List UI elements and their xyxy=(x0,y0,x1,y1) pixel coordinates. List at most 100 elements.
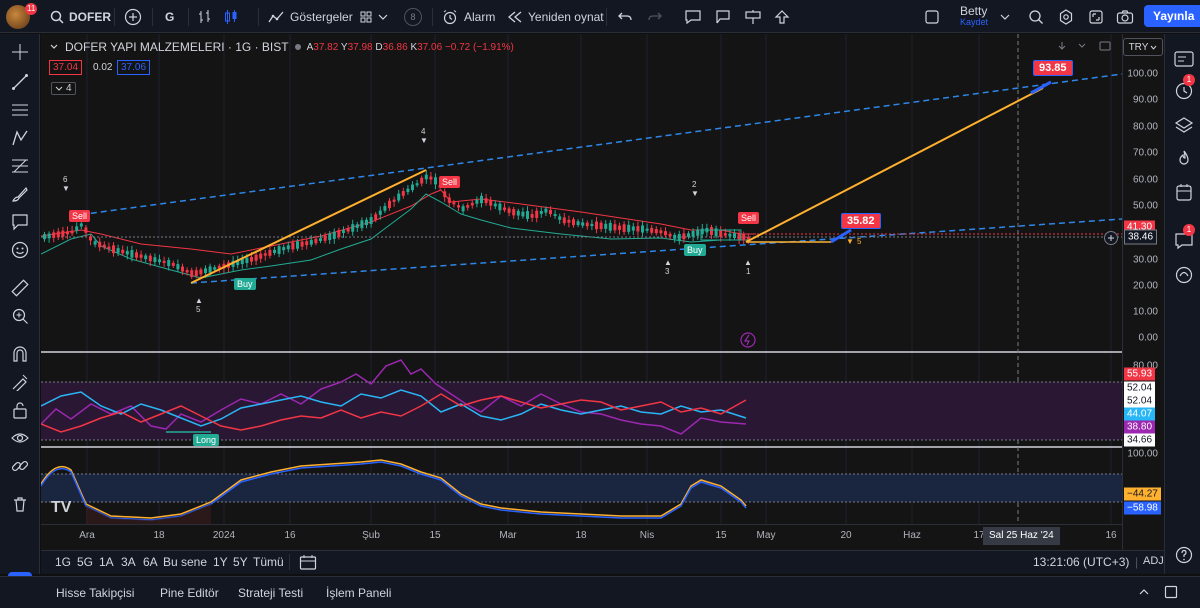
eye-icon[interactable] xyxy=(10,428,30,448)
range-button[interactable]: 5G xyxy=(77,555,93,569)
crosshair-icon[interactable] xyxy=(10,42,30,62)
pane-maximize-icon[interactable] xyxy=(1099,40,1111,54)
pane-down-icon[interactable] xyxy=(1057,40,1067,54)
target-price-tag[interactable]: 93.85 xyxy=(1033,60,1073,76)
tab-trading-panel[interactable]: İşlem Paneli xyxy=(326,586,391,600)
arrow-up-icon xyxy=(774,9,790,24)
candle-body xyxy=(466,205,470,208)
publish-idea-button[interactable] xyxy=(774,0,790,33)
pane-minimize-icon[interactable] xyxy=(1077,40,1087,54)
currency-selector[interactable]: TRY xyxy=(1123,38,1163,56)
mid-price-tag[interactable]: 35.82 xyxy=(841,213,881,229)
maximize-panel-icon[interactable] xyxy=(1164,585,1178,602)
alert-button[interactable]: Alarm xyxy=(442,0,495,33)
comment-button[interactable] xyxy=(684,0,702,33)
horizontal-lines-icon[interactable] xyxy=(10,100,30,120)
candle-body xyxy=(144,255,148,260)
add-symbol-button[interactable] xyxy=(124,0,142,33)
zoom-in-icon[interactable] xyxy=(10,306,30,326)
bar-style-button[interactable] xyxy=(198,0,212,33)
pitchfork-icon[interactable] xyxy=(10,128,30,148)
candle-body xyxy=(52,232,56,238)
adj-toggle[interactable]: ADJ xyxy=(1143,555,1164,567)
price-axis[interactable]: TRY 100.00 90.00 80.00 70.00 60.00 50.00… xyxy=(1122,34,1164,550)
maximize-button[interactable] xyxy=(1088,0,1104,33)
price-label: 90.00 xyxy=(1132,94,1158,106)
candle-body xyxy=(98,241,102,248)
wave-label: 5 xyxy=(196,305,201,314)
layout-dropdown-button[interactable] xyxy=(360,0,372,33)
link-icon[interactable] xyxy=(10,456,30,476)
symbol-search[interactable]: DOFER xyxy=(50,0,111,33)
publish-button[interactable]: Yayınla xyxy=(1144,5,1200,27)
tab-stock-screener[interactable]: Hisse Takipçisi xyxy=(56,586,134,600)
quick-search-button[interactable] xyxy=(1028,0,1044,33)
buy-price-box[interactable]: 37.06 xyxy=(117,60,151,75)
range-button[interactable]: Tümü xyxy=(253,555,284,569)
range-button[interactable]: Bu sene xyxy=(163,555,207,569)
watchlist-icon[interactable] xyxy=(1173,48,1195,70)
range-button[interactable]: 1G xyxy=(55,555,71,569)
stay-drawing-icon[interactable] xyxy=(10,372,30,392)
date-axis[interactable]: Ara 18 2024 16 Şub 15 Mar 18 Nis 15 May … xyxy=(41,524,1122,548)
open-value: 37.82 xyxy=(313,41,339,53)
range-button[interactable]: 1A xyxy=(99,555,114,569)
range-button[interactable]: 1Y xyxy=(213,555,228,569)
brush-icon[interactable] xyxy=(10,184,30,204)
lock-icon[interactable] xyxy=(10,400,30,420)
range-button[interactable]: 3A xyxy=(121,555,136,569)
price-label: 0.00 xyxy=(1138,332,1158,344)
candle-body xyxy=(199,269,203,275)
tab-pine-editor[interactable]: Pine Editör xyxy=(160,586,219,600)
hotlist-fire-icon[interactable] xyxy=(1173,148,1195,170)
search-icon xyxy=(1029,9,1043,24)
chevron-down-icon[interactable] xyxy=(378,0,388,33)
date-range-button[interactable] xyxy=(299,554,317,573)
user-name: Betty xyxy=(960,3,988,18)
replay-button[interactable]: Yeniden oynat xyxy=(508,0,604,33)
indicators-collapse[interactable]: 4 xyxy=(51,82,76,95)
undo-button[interactable] xyxy=(618,0,632,33)
settings-button[interactable] xyxy=(1058,0,1074,33)
layout-save-button[interactable]: Betty Kaydet xyxy=(960,0,988,33)
tab-strategy-tester[interactable]: Strateji Testi xyxy=(238,586,303,600)
sell-price-box[interactable]: 37.04 xyxy=(49,60,83,75)
collapse-panel-chevron-icon[interactable] xyxy=(1138,586,1150,600)
clock-time[interactable]: 13:21:06 (UTC+3) xyxy=(1033,555,1129,569)
text-note-icon[interactable] xyxy=(10,212,30,232)
trash-icon[interactable] xyxy=(10,494,30,514)
ideas-bulb-icon[interactable] xyxy=(1173,264,1195,286)
currency-label: TRY xyxy=(1128,41,1149,53)
candle-body xyxy=(171,262,175,266)
pin-button[interactable] xyxy=(744,0,762,33)
ruler-icon[interactable] xyxy=(10,278,30,298)
magnet-icon[interactable] xyxy=(10,344,30,364)
emoji-icon[interactable] xyxy=(10,240,30,260)
candle-body xyxy=(286,245,290,250)
redo-button[interactable] xyxy=(648,0,662,33)
candle-style-button[interactable] xyxy=(224,0,238,33)
candle-body xyxy=(622,224,626,232)
candle-body xyxy=(282,247,286,251)
osc-tag: 52.04 xyxy=(1124,394,1156,408)
snapshot-button[interactable] xyxy=(1116,0,1134,33)
interval-button[interactable]: G xyxy=(165,0,174,33)
help-icon[interactable] xyxy=(1173,544,1195,566)
candle-body xyxy=(590,223,594,227)
trend-line-icon[interactable] xyxy=(10,72,30,92)
range-button[interactable]: 5Y xyxy=(233,555,248,569)
layers-icon[interactable] xyxy=(1173,114,1195,136)
fullscreen-toggle[interactable] xyxy=(924,0,940,33)
fib-icon[interactable] xyxy=(10,156,30,176)
comment-flag-button[interactable] xyxy=(714,0,732,33)
candle-body xyxy=(167,260,171,267)
indicators-button[interactable]: Göstergeler xyxy=(268,0,353,33)
indicator-count-badge[interactable]: 8 xyxy=(404,0,422,33)
candle-body xyxy=(268,249,272,256)
add-alert-plus-icon[interactable] xyxy=(1104,231,1118,245)
range-button[interactable]: 6A xyxy=(143,555,158,569)
chart-area[interactable]: TV DOFER YAPI MALZEMELERI · 1G · BIST A3… xyxy=(40,34,1123,550)
layout-chevron-icon[interactable] xyxy=(1000,0,1010,33)
calendar-icon[interactable] xyxy=(1173,182,1195,204)
collapse-icon[interactable] xyxy=(49,42,59,52)
